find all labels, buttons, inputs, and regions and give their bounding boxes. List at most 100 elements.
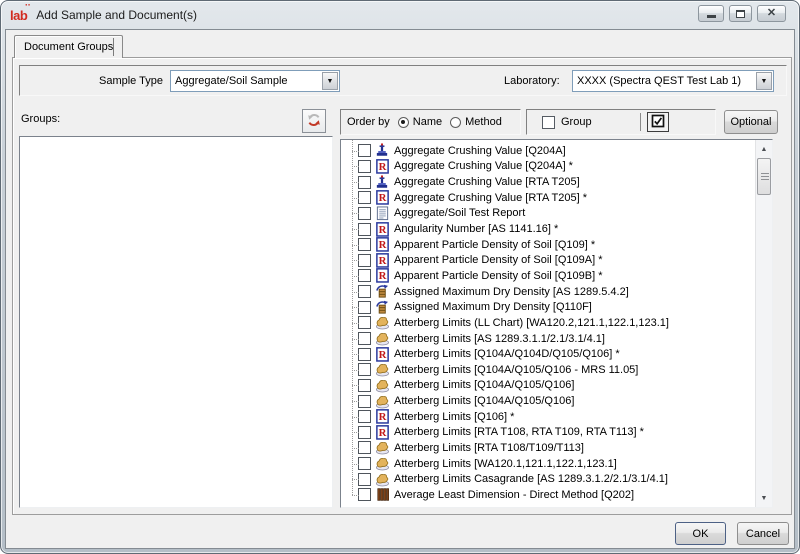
close-icon: ✕: [767, 8, 776, 19]
document-row[interactable]: R Atterberg Limits [Q104A/Q104D/Q105/Q10…: [341, 346, 755, 362]
group-options-panel: Group: [526, 109, 716, 135]
sample-type-dropdown[interactable]: Aggregate/Soil Sample ▼: [170, 70, 340, 92]
document-row[interactable]: Aggregate/Soil Test Report: [341, 206, 755, 222]
atterberg-icon: [374, 472, 390, 487]
document-row[interactable]: Atterberg Limits Casagrande [AS 1289.3.1…: [341, 471, 755, 487]
documents-rows: Aggregate Crushing Value [Q204A] R Aggre…: [341, 140, 755, 507]
cancel-button[interactable]: Cancel: [737, 522, 789, 545]
laboratory-label: Laboratory:: [504, 75, 560, 87]
tab-separator: [113, 38, 114, 56]
document-label: Atterberg Limits [AS 1289.3.1.1/2.1/3.1/…: [394, 333, 605, 345]
refresh-groups-button[interactable]: [302, 109, 326, 133]
report-r-icon: R: [374, 237, 390, 252]
document-label: Apparent Particle Density of Soil [Q109B…: [394, 270, 603, 282]
minimize-button[interactable]: [698, 5, 724, 22]
chevron-down-icon[interactable]: ▼: [756, 72, 772, 90]
document-checkbox[interactable]: [358, 176, 371, 189]
document-checkbox[interactable]: [358, 332, 371, 345]
group-checkbox[interactable]: [542, 116, 555, 129]
order-by-method-radio[interactable]: [450, 117, 461, 128]
atterberg-icon: [374, 456, 390, 471]
document-row[interactable]: R Angularity Number [AS 1141.16] *: [341, 221, 755, 237]
maximize-icon: [736, 10, 745, 18]
document-row[interactable]: Aggregate Crushing Value [RTA T205]: [341, 174, 755, 190]
order-by-method-label: Method: [465, 116, 502, 128]
document-checkbox[interactable]: [358, 348, 371, 361]
ok-button[interactable]: OK: [675, 522, 726, 545]
document-label: Atterberg Limits [WA120.1,121.1,122.1,12…: [394, 458, 617, 470]
laboratory-value: XXXX (Spectra QEST Test Lab 1): [573, 75, 755, 87]
document-checkbox[interactable]: [358, 488, 371, 501]
scroll-up-icon[interactable]: ▲: [756, 141, 772, 157]
document-row[interactable]: R Aggregate Crushing Value [RTA T205] *: [341, 190, 755, 206]
document-row[interactable]: Assigned Maximum Dry Density [Q110F]: [341, 299, 755, 315]
document-checkbox[interactable]: [358, 238, 371, 251]
document-row[interactable]: R Apparent Particle Density of Soil [Q10…: [341, 268, 755, 284]
toolbar-separator: [640, 113, 641, 131]
document-icon: [374, 206, 390, 221]
document-checkbox[interactable]: [358, 441, 371, 454]
document-row[interactable]: R Atterberg Limits [RTA T108, RTA T109, …: [341, 425, 755, 441]
laboratory-dropdown[interactable]: XXXX (Spectra QEST Test Lab 1) ▼: [572, 70, 774, 92]
groups-listbox[interactable]: [19, 136, 333, 508]
document-label: Aggregate/Soil Test Report: [394, 207, 525, 219]
chevron-down-icon[interactable]: ▼: [322, 72, 338, 90]
atterberg-icon: [374, 331, 390, 346]
optional-button[interactable]: Optional: [724, 110, 778, 134]
maximize-button[interactable]: [729, 5, 752, 22]
add-sample-dialog: lab Add Sample and Document(s) ✕ Documen…: [0, 0, 800, 554]
document-checkbox[interactable]: [358, 207, 371, 220]
groups-label: Groups:: [21, 113, 60, 125]
titlebar[interactable]: lab Add Sample and Document(s) ✕: [1, 1, 799, 29]
document-checkbox[interactable]: [358, 160, 371, 173]
document-checkbox[interactable]: [358, 379, 371, 392]
document-checkbox[interactable]: [358, 269, 371, 282]
document-checkbox[interactable]: [358, 363, 371, 376]
document-row[interactable]: R Apparent Particle Density of Soil [Q10…: [341, 252, 755, 268]
document-checkbox[interactable]: [358, 191, 371, 204]
document-label: Atterberg Limits [Q106] *: [394, 411, 514, 423]
document-checkbox[interactable]: [358, 316, 371, 329]
document-checkbox[interactable]: [358, 410, 371, 423]
document-row[interactable]: R Aggregate Crushing Value [Q204A] *: [341, 159, 755, 175]
density-icon: [374, 300, 390, 315]
document-checkbox[interactable]: [358, 223, 371, 236]
document-label: Atterberg Limits [RTA T108, RTA T109, RT…: [394, 426, 644, 438]
document-checkbox[interactable]: [358, 144, 371, 157]
document-label: Aggregate Crushing Value [Q204A] *: [394, 160, 573, 172]
document-row[interactable]: Average Least Dimension - Direct Method …: [341, 487, 755, 503]
svg-text:R: R: [378, 161, 386, 173]
order-by-name-radio[interactable]: [398, 117, 409, 128]
document-row[interactable]: Aggregate Crushing Value [Q204A]: [341, 143, 755, 159]
document-checkbox[interactable]: [358, 473, 371, 486]
document-checkbox[interactable]: [358, 395, 371, 408]
document-label: Apparent Particle Density of Soil [Q109]…: [394, 239, 595, 251]
scrollbar-thumb[interactable]: [757, 158, 771, 195]
document-row[interactable]: Atterberg Limits [WA120.1,121.1,122.1,12…: [341, 456, 755, 472]
document-row[interactable]: Atterberg Limits [RTA T108/T109/T113]: [341, 440, 755, 456]
dialog-client-area: Document Groups Sample Type Aggregate/So…: [5, 29, 795, 549]
document-row[interactable]: Atterberg Limits [Q104A/Q105/Q106]: [341, 393, 755, 409]
vertical-scrollbar[interactable]: ▲ ▼: [755, 140, 772, 507]
document-row[interactable]: Atterberg Limits [Q104A/Q105/Q106]: [341, 378, 755, 394]
document-label: Aggregate Crushing Value [RTA T205]: [394, 176, 580, 188]
svg-text:R: R: [378, 224, 386, 236]
document-checkbox[interactable]: [358, 457, 371, 470]
check-all-button[interactable]: [647, 112, 669, 132]
scroll-down-icon[interactable]: ▼: [756, 490, 772, 506]
minimize-icon: [707, 15, 716, 18]
document-checkbox[interactable]: [358, 301, 371, 314]
document-row[interactable]: Assigned Maximum Dry Density [AS 1289.5.…: [341, 284, 755, 300]
close-button[interactable]: ✕: [757, 5, 786, 22]
document-checkbox[interactable]: [358, 285, 371, 298]
document-checkbox[interactable]: [358, 254, 371, 267]
tab-document-groups[interactable]: Document Groups: [14, 35, 123, 58]
document-row[interactable]: Atterberg Limits [Q104A/Q105/Q106 - MRS …: [341, 362, 755, 378]
document-row[interactable]: Atterberg Limits [AS 1289.3.1.1/2.1/3.1/…: [341, 331, 755, 347]
document-row[interactable]: R Apparent Particle Density of Soil [Q10…: [341, 237, 755, 253]
document-checkbox[interactable]: [358, 426, 371, 439]
document-row[interactable]: Atterberg Limits (LL Chart) [WA120.2,121…: [341, 315, 755, 331]
documents-list[interactable]: Aggregate Crushing Value [Q204A] R Aggre…: [340, 139, 773, 508]
document-label: Assigned Maximum Dry Density [AS 1289.5.…: [394, 286, 629, 298]
document-row[interactable]: R Atterberg Limits [Q106] *: [341, 409, 755, 425]
